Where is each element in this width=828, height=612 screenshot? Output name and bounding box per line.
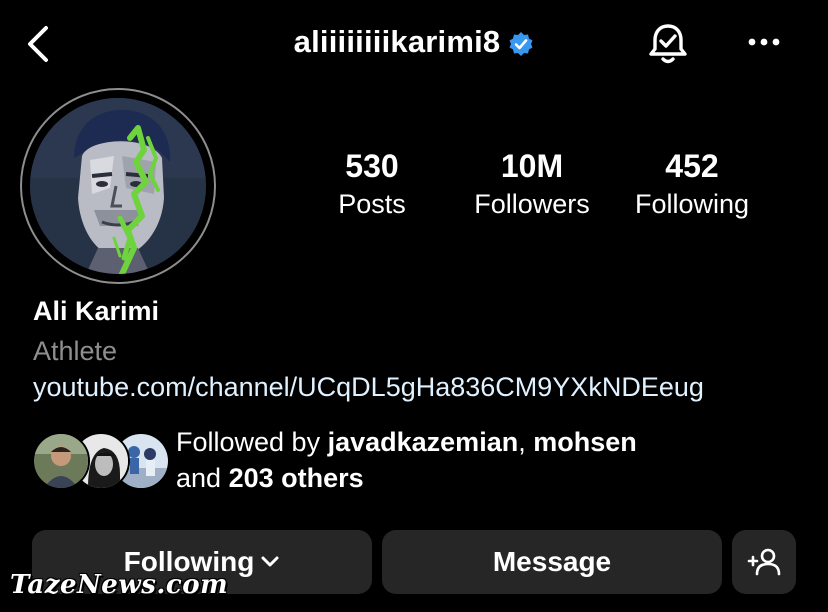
- suggest-people-button[interactable]: [732, 530, 796, 594]
- followed-by-line2: and 203 others: [176, 460, 637, 496]
- avatar-image: [30, 98, 206, 274]
- followed-by-line1: Followed by javadkazemian, mohsen: [176, 424, 637, 460]
- mutual-avatar: [32, 432, 90, 490]
- notifications-button[interactable]: [644, 20, 692, 68]
- bell-check-icon: [649, 24, 687, 64]
- posts-label: Posts: [338, 189, 406, 219]
- profile-category: Athlete: [33, 336, 118, 366]
- followed-by-prefix: Followed by: [176, 427, 321, 457]
- mutual-user-2: mohsen: [533, 427, 637, 457]
- profile-link[interactable]: youtube.com/channel/UCqDL5gHa836CM9YXkND…: [33, 372, 704, 403]
- add-person-icon: [747, 548, 781, 576]
- username: aliiiiiiiikarimi8: [293, 24, 501, 59]
- posts-stat[interactable]: 530 Posts: [292, 146, 452, 222]
- watermark: TazeNews.com: [10, 570, 229, 600]
- mutual-followers-avatars[interactable]: [32, 432, 170, 490]
- followers-label: Followers: [474, 189, 590, 219]
- mutual-separator: ,: [518, 427, 526, 457]
- username-title[interactable]: aliiiiiiiikarimi8: [0, 24, 828, 60]
- profile-name: Ali Karimi: [33, 296, 160, 326]
- followed-by-text[interactable]: Followed by javadkazemian, mohsen and 20…: [176, 424, 637, 496]
- message-button[interactable]: Message: [382, 530, 722, 594]
- following-count: 452: [665, 148, 719, 184]
- profile-avatar[interactable]: [20, 88, 216, 284]
- posts-count: 530: [345, 148, 399, 184]
- mutual-others-count: 203 others: [228, 463, 364, 493]
- following-label: Following: [634, 189, 750, 219]
- verified-badge-icon: [509, 32, 533, 56]
- followers-stat[interactable]: 10M Followers: [452, 146, 612, 222]
- followers-count: 10M: [500, 148, 564, 184]
- following-stat[interactable]: 452 Following: [612, 146, 772, 222]
- more-options-button[interactable]: [744, 30, 784, 54]
- profile-header: aliiiiiiiikarimi8: [0, 0, 828, 90]
- mutual-user-1: javadkazemian: [327, 427, 519, 457]
- message-button-label: Message: [492, 546, 612, 577]
- more-horizontal-icon: [748, 38, 780, 46]
- chevron-down-icon: [261, 556, 279, 567]
- followed-by-and: and: [176, 463, 222, 493]
